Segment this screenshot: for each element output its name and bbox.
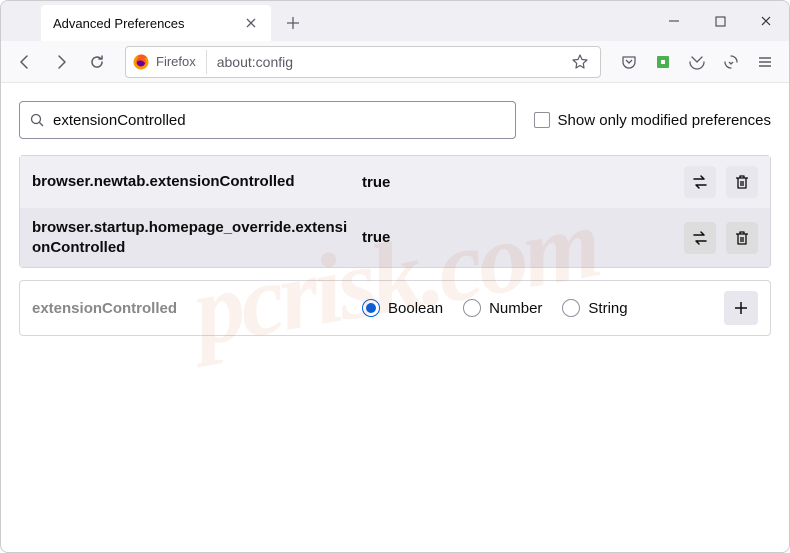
search-box[interactable] — [19, 101, 516, 139]
type-radio-group: Boolean Number String — [362, 299, 724, 317]
radio-icon — [463, 299, 481, 317]
modified-only-checkbox-wrap[interactable]: Show only modified preferences — [534, 112, 771, 129]
new-pref-name: extensionControlled — [32, 300, 362, 317]
search-input[interactable] — [53, 112, 505, 129]
toggle-button[interactable] — [684, 222, 716, 254]
pref-value: true — [362, 174, 684, 191]
browser-tab[interactable]: Advanced Preferences — [41, 5, 271, 41]
window-controls — [651, 1, 789, 41]
radio-icon — [362, 299, 380, 317]
pref-name: browser.newtab.extensionControlled — [32, 172, 362, 192]
radio-label: String — [588, 300, 627, 317]
new-tab-button[interactable] — [279, 9, 307, 37]
toggle-button[interactable] — [684, 166, 716, 198]
add-button[interactable] — [724, 291, 758, 325]
preferences-table: browser.newtab.extensionControlled true … — [19, 155, 771, 268]
delete-button[interactable] — [726, 166, 758, 198]
close-window-button[interactable] — [743, 1, 789, 41]
forward-button[interactable] — [45, 46, 77, 78]
url-text: about:config — [207, 54, 566, 70]
downloads-button[interactable] — [715, 46, 747, 78]
identity-label: Firefox — [156, 54, 196, 69]
table-row: browser.startup.homepage_override.extens… — [20, 208, 770, 267]
checkbox-label: Show only modified preferences — [558, 112, 771, 129]
minimize-button[interactable] — [651, 1, 697, 41]
search-icon — [30, 113, 45, 128]
radio-label: Boolean — [388, 300, 443, 317]
account-button[interactable] — [681, 46, 713, 78]
tab-title: Advanced Preferences — [53, 16, 235, 31]
pref-value: true — [362, 229, 684, 246]
checkbox-icon — [534, 112, 550, 128]
identity-box[interactable]: Firefox — [132, 50, 207, 74]
tab-bar: Advanced Preferences — [1, 1, 789, 41]
back-button[interactable] — [9, 46, 41, 78]
bookmark-star-button[interactable] — [566, 48, 594, 76]
radio-string[interactable]: String — [562, 299, 627, 317]
radio-boolean[interactable]: Boolean — [362, 299, 443, 317]
content-area: Show only modified preferences browser.n… — [1, 83, 789, 354]
pref-name: browser.startup.homepage_override.extens… — [32, 218, 362, 257]
close-tab-button[interactable] — [243, 15, 259, 31]
delete-button[interactable] — [726, 222, 758, 254]
firefox-icon — [132, 53, 150, 71]
new-pref-row: extensionControlled Boolean Number Strin… — [19, 280, 771, 336]
extension-button[interactable] — [647, 46, 679, 78]
maximize-button[interactable] — [697, 1, 743, 41]
radio-label: Number — [489, 300, 542, 317]
pocket-button[interactable] — [613, 46, 645, 78]
table-row: browser.newtab.extensionControlled true — [20, 156, 770, 208]
url-bar[interactable]: Firefox about:config — [125, 46, 601, 78]
radio-icon — [562, 299, 580, 317]
menu-button[interactable] — [749, 46, 781, 78]
reload-button[interactable] — [81, 46, 113, 78]
toolbar: Firefox about:config — [1, 41, 789, 83]
radio-number[interactable]: Number — [463, 299, 542, 317]
